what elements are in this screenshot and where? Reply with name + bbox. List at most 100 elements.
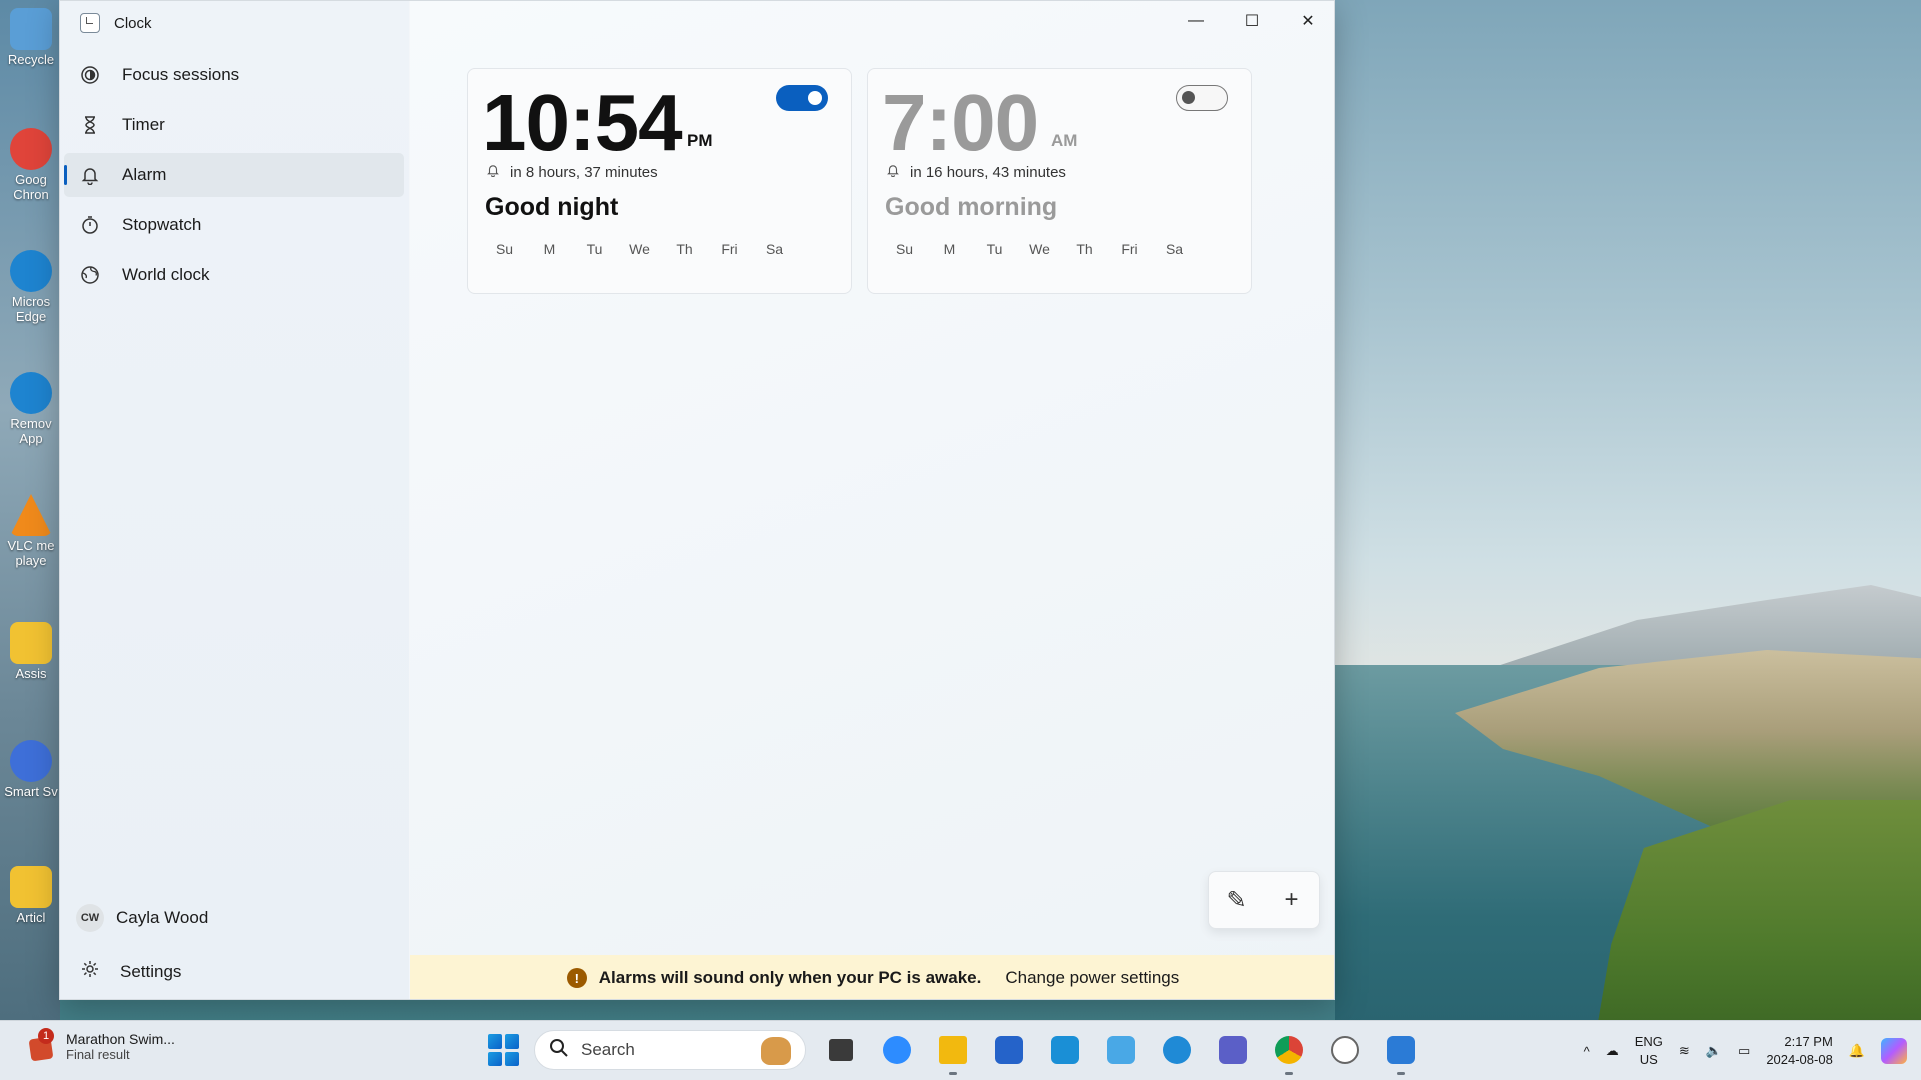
desktop-icon-recycle-bin[interactable]: Recycle <box>2 8 60 67</box>
close-button[interactable]: ✕ <box>1280 5 1334 37</box>
day-label: Th <box>676 241 693 257</box>
notification-subtitle: Final result <box>66 1047 130 1062</box>
chevron-up-icon[interactable]: ^ <box>1584 1044 1590 1059</box>
search-highlight-icon <box>761 1037 791 1065</box>
bell-icon <box>80 165 100 185</box>
file-explorer-icon[interactable] <box>932 1029 974 1075</box>
volume-icon[interactable]: 🔈 <box>1706 1043 1722 1059</box>
alarm-card-good-night[interactable]: 10:54 PM in 8 hours, 37 minutes Good nig… <box>467 68 852 294</box>
news-icon[interactable] <box>1044 1029 1086 1071</box>
user-account[interactable]: CW Cayla Wood <box>76 904 208 932</box>
alarm-period: PM <box>687 131 713 150</box>
day-label: Fri <box>721 241 738 257</box>
copilot-icon[interactable] <box>1881 1038 1907 1064</box>
alarm-actions: ✎ + <box>1208 871 1320 929</box>
day-label: Sa <box>1165 241 1184 257</box>
search-icon <box>549 1038 569 1063</box>
clock-date[interactable]: 2:17 PM 2024-08-08 <box>1766 1033 1833 1069</box>
paint-icon[interactable] <box>1380 1029 1422 1075</box>
alarm-toggle[interactable] <box>776 85 828 111</box>
alarm-name: Good morning <box>885 193 1058 221</box>
alarm-due-text: in 16 hours, 43 minutes <box>910 163 1066 181</box>
edge-icon[interactable] <box>1156 1029 1198 1071</box>
nav-list: Focus sessions Timer Alarm Stopwatch Wor… <box>64 53 404 303</box>
chrome-icon[interactable] <box>1268 1029 1310 1075</box>
taskbar-time: 2:17 PM <box>1784 1034 1833 1049</box>
sidebar-item-timer[interactable]: Timer <box>64 103 404 147</box>
clock-app-icon <box>80 13 100 33</box>
desktop-icon-vlc[interactable]: VLC me playe <box>2 494 60 568</box>
day-label: Tu <box>586 241 603 257</box>
sidebar-item-stopwatch[interactable]: Stopwatch <box>64 203 404 247</box>
desktop-icon-remove-apps[interactable]: Remov App <box>2 372 60 446</box>
alarm-due: in 8 hours, 37 minutes <box>486 163 658 181</box>
notification-bell-icon[interactable]: 🔔 <box>1849 1043 1865 1059</box>
taskbar-date: 2024-08-08 <box>1766 1052 1833 1067</box>
app-title-bar: Clock <box>80 13 152 33</box>
power-warning-banner: ! Alarms will sound only when your PC is… <box>410 955 1334 999</box>
bell-icon <box>486 163 500 181</box>
store-icon[interactable] <box>988 1029 1030 1071</box>
taskbar-widget-notification[interactable]: 1 Marathon Swim... Final result <box>28 1027 175 1062</box>
region-code: US <box>1639 1052 1658 1067</box>
day-label: Su <box>895 241 914 257</box>
alarm-period: AM <box>1051 131 1078 150</box>
sidebar-item-focus-sessions[interactable]: Focus sessions <box>64 53 404 97</box>
plus-icon: + <box>1284 886 1299 913</box>
taskbar-apps: Search <box>488 1029 1422 1075</box>
system-tray: ^ ☁ ENG US ≋ 🔈 ▭ 2:17 PM 2024-08-08 🔔 <box>1584 1021 1921 1080</box>
alarm-card-good-morning[interactable]: 7:00 AM in 16 hours, 43 minutes Good mor… <box>867 68 1252 294</box>
alarm-due-text: in 8 hours, 37 minutes <box>510 163 658 181</box>
avatar: CW <box>76 904 104 932</box>
desktop-icon-edge[interactable]: Micros Edge <box>2 250 60 324</box>
wifi-icon[interactable]: ≋ <box>1679 1043 1690 1059</box>
alarm-time: 7:00 <box>882 78 1039 167</box>
banner-message: Alarms will sound only when your PC is a… <box>598 968 982 987</box>
gear-icon <box>80 959 100 984</box>
onedrive-icon[interactable]: ☁ <box>1606 1043 1619 1059</box>
sidebar-item-label: Alarm <box>122 165 167 184</box>
language-code: ENG <box>1634 1034 1663 1049</box>
pencil-icon: ✎ <box>1226 886 1247 914</box>
zoom-icon[interactable] <box>876 1029 918 1071</box>
day-label: Th <box>1076 241 1093 257</box>
desktop-icon-smart-switch[interactable]: Smart Sv <box>2 740 60 799</box>
warning-icon: ! <box>566 968 587 988</box>
task-view-icon[interactable] <box>820 1029 862 1071</box>
day-label: Sa <box>765 241 784 257</box>
desktop-icon-chrome[interactable]: Goog Chron <box>2 128 60 202</box>
battery-icon[interactable]: ▭ <box>1738 1043 1750 1059</box>
taskbar-search[interactable]: Search <box>534 1030 806 1070</box>
notification-title: Marathon Swim... <box>66 1031 175 1047</box>
alarm-due: in 16 hours, 43 minutes <box>886 163 1066 181</box>
settings-button[interactable]: Settings <box>80 959 181 984</box>
edit-alarms-button[interactable]: ✎ <box>1217 880 1257 920</box>
clock-taskbar-icon[interactable] <box>1324 1029 1366 1071</box>
day-label: M <box>943 241 956 257</box>
day-label: Su <box>495 241 514 257</box>
taskbar: 1 Marathon Swim... Final result Search ^… <box>0 1020 1921 1080</box>
sidebar: Clock Focus sessions Timer Alarm Stopwat… <box>60 1 409 999</box>
sidebar-item-label: Stopwatch <box>122 215 202 234</box>
alarm-toggle[interactable] <box>1176 85 1228 111</box>
day-label: We <box>1029 241 1050 257</box>
change-power-settings-link[interactable]: Change power settings <box>1005 968 1179 988</box>
user-name: Cayla Wood <box>116 908 209 927</box>
sidebar-item-world-clock[interactable]: World clock <box>64 253 404 297</box>
notification-badge: 1 <box>38 1027 54 1044</box>
add-alarm-button[interactable]: + <box>1272 880 1312 920</box>
maximize-button[interactable]: ☐ <box>1224 5 1280 37</box>
day-label: We <box>629 241 650 257</box>
day-label: Tu <box>986 241 1003 257</box>
sidebar-item-alarm[interactable]: Alarm <box>64 153 404 197</box>
minimize-button[interactable]: — <box>1168 5 1224 37</box>
desktop-icon-articles-folder[interactable]: Articl <box>2 866 60 925</box>
sports-news-icon: 1 <box>28 1027 58 1062</box>
start-button[interactable] <box>488 1034 520 1066</box>
photos-icon[interactable] <box>1100 1029 1142 1071</box>
desktop-icon-assis-folder[interactable]: Assis <box>2 622 60 681</box>
teams-icon[interactable] <box>1212 1029 1254 1071</box>
window-controls: — ☐ ✕ <box>1168 5 1334 37</box>
language-indicator[interactable]: ENG US <box>1635 1033 1663 1069</box>
alarm-days: Su M Tu We Th Fri Sa <box>882 241 1197 257</box>
